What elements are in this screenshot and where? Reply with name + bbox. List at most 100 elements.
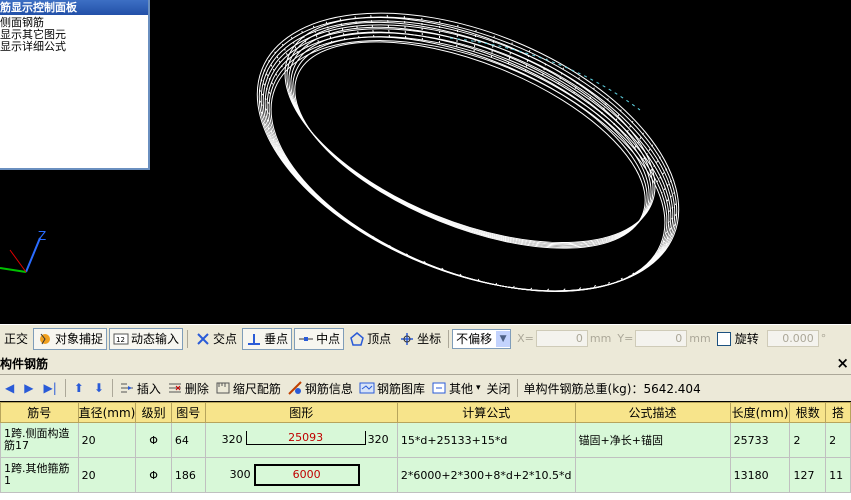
close-icon[interactable]: ×	[836, 354, 849, 372]
col-header-length[interactable]: 长度(mm)	[729, 402, 791, 423]
3d-viewport[interactable]: Z 筋显示控制面板 侧面钢筋 显示其它图元 显示详细公式	[0, 0, 851, 324]
snap-icon	[37, 331, 53, 347]
cell-shape[interactable]: 320 25093 320	[204, 422, 398, 458]
axis-z-label: Z	[38, 229, 46, 243]
object-snap-button[interactable]: 对象捕捉	[33, 327, 108, 350]
cell-lap[interactable]: 11	[825, 457, 851, 493]
cell-rebar-no[interactable]: 1跨.侧面构造筋17	[0, 422, 79, 458]
other-label: 其他	[448, 381, 473, 396]
cell-formula-desc[interactable]: 锚固+净长+锚固	[574, 422, 731, 458]
rotate-angle: 0.000 °	[765, 330, 826, 347]
rebar-info-button[interactable]: 钢筋信息	[287, 380, 353, 397]
cell-diameter[interactable]: 20	[77, 457, 137, 493]
cell-grade[interactable]: Φ	[135, 422, 172, 458]
rebar-panel-title: 构件钢筋	[0, 356, 49, 371]
table-row[interactable]: 1跨.侧面构造筋17 20 Φ 64 320 25093 320 15*d+25…	[0, 422, 851, 458]
perpendicular-snap-button[interactable]: 垂点	[242, 327, 293, 350]
close-button[interactable]: 关闭	[487, 380, 511, 397]
chevron-down-icon[interactable]: ▼	[496, 330, 511, 347]
coordinate-snap-button[interactable]: 坐标	[396, 329, 444, 349]
cell-lap[interactable]: 2	[825, 422, 851, 458]
col-header-figure-no[interactable]: 图号	[170, 402, 206, 423]
move-up-icon[interactable]: ⬆	[74, 381, 84, 395]
rebar-toolbar: ◀ ▶ ▶| ⬆ ⬇ 插入 删除 缩尺配筋 钢筋信息 钢筋图库 其他 ▾ 关闭 …	[0, 375, 851, 401]
cell-formula-desc[interactable]	[574, 457, 731, 493]
next-record-icon[interactable]: ▶	[24, 381, 33, 395]
ortho-button[interactable]: 正交	[1, 329, 31, 349]
shape-left-value: 320	[221, 433, 243, 446]
rebar-shape-straight: 320 25093 320	[206, 424, 396, 457]
coordinate-label: 坐标	[417, 332, 442, 346]
cell-length[interactable]: 13180	[729, 457, 791, 493]
total-weight: 单构件钢筋总重(kg)：5642.404	[524, 380, 701, 397]
rebar-info-label: 钢筋信息	[304, 381, 353, 396]
col-header-grade[interactable]: 级别	[135, 402, 172, 423]
col-header-shape[interactable]: 图形	[204, 402, 398, 423]
separator	[111, 379, 113, 397]
x-input[interactable]: 0	[535, 330, 588, 347]
offset-select[interactable]: 不偏移 ▼	[452, 328, 512, 349]
rotate-input[interactable]: 0.000	[766, 330, 819, 347]
pentagon-icon	[349, 331, 365, 347]
midpoint-icon	[298, 331, 314, 347]
vertex-snap-button[interactable]: 顶点	[346, 329, 394, 349]
ortho-label: 正交	[4, 332, 29, 346]
y-coordinate: Y= 0 mm	[617, 330, 711, 347]
cell-figure-no[interactable]: 64	[170, 422, 206, 458]
cell-shape[interactable]: 300 6000	[204, 457, 398, 493]
cell-rebar-no[interactable]: 1跨.其他箍筋1	[0, 457, 79, 493]
cell-count[interactable]: 127	[789, 457, 827, 493]
delete-button[interactable]: 删除	[167, 380, 209, 397]
shape-left-value: 300	[229, 468, 251, 481]
object-snap-label: 对象捕捉	[55, 332, 104, 346]
rebar-library-button[interactable]: 钢筋图库	[359, 380, 425, 397]
cell-formula[interactable]: 15*d+25133+15*d	[396, 422, 576, 458]
ruler-icon	[215, 380, 231, 396]
snap-toolbar: 正交 对象捕捉 12 动态输入 交点 垂点 中点 顶点 坐标 不偏移 ▼ X= …	[0, 324, 851, 353]
rotate-label: 旋转	[734, 332, 759, 346]
x-unit: mm	[589, 332, 612, 345]
panel-item-show-formula[interactable]: 显示详细公式	[0, 41, 148, 53]
table-row[interactable]: 1跨.其他箍筋1 20 Φ 186 300 6000 2*6000+2*300+…	[0, 457, 851, 493]
total-weight-text: 单构件钢筋总重(kg)：5642.404	[523, 381, 701, 396]
other-menu-button[interactable]: 其他 ▾	[431, 380, 481, 397]
intersect-label: 交点	[213, 332, 238, 346]
x-label: X=	[517, 332, 534, 345]
rebar-info-icon	[287, 380, 303, 396]
cell-count[interactable]: 2	[789, 422, 827, 458]
cell-figure-no[interactable]: 186	[170, 457, 206, 493]
midpoint-snap-button[interactable]: 中点	[294, 327, 345, 350]
rebar-shape-stirrup: 300 6000	[206, 459, 396, 492]
cell-length[interactable]: 25733	[729, 422, 791, 458]
svg-text:12: 12	[116, 336, 125, 344]
offset-select-value: 不偏移	[456, 332, 493, 346]
col-header-diameter[interactable]: 直径(mm)	[77, 402, 137, 423]
shape-main-value: 6000	[253, 464, 360, 486]
insert-button[interactable]: 插入	[119, 380, 161, 397]
dynamic-input-button[interactable]: 12 动态输入	[109, 327, 184, 350]
separator	[187, 329, 189, 348]
rotate-checkbox[interactable]	[716, 331, 731, 346]
insert-icon	[119, 380, 135, 396]
col-header-lap[interactable]: 搭	[825, 402, 851, 423]
col-header-formula-desc[interactable]: 公式描述	[574, 402, 731, 423]
scale-rebar-label: 缩尺配筋	[232, 381, 281, 396]
cell-diameter[interactable]: 20	[77, 422, 137, 458]
move-down-icon[interactable]: ⬇	[94, 381, 104, 395]
first-record-icon[interactable]: ◀	[5, 381, 14, 395]
separator	[64, 379, 66, 397]
last-record-icon[interactable]: ▶|	[43, 381, 56, 395]
cell-formula[interactable]: 2*6000+2*300+8*d+2*10.5*d	[396, 457, 576, 493]
cell-grade[interactable]: Φ	[135, 457, 172, 493]
cross-icon	[195, 331, 211, 347]
rebar-display-panel: 筋显示控制面板 侧面钢筋 显示其它图元 显示详细公式	[0, 0, 150, 170]
chevron-down-icon: ▾	[475, 383, 481, 393]
col-header-count[interactable]: 根数	[789, 402, 827, 423]
col-header-rebar-no[interactable]: 筋号	[0, 402, 79, 423]
y-label: Y=	[617, 332, 634, 345]
col-header-formula[interactable]: 计算公式	[396, 402, 576, 423]
scale-rebar-button[interactable]: 缩尺配筋	[215, 380, 281, 397]
y-input[interactable]: 0	[635, 330, 688, 347]
intersect-snap-button[interactable]: 交点	[192, 329, 240, 349]
shape-main-value: 25093	[245, 431, 366, 445]
